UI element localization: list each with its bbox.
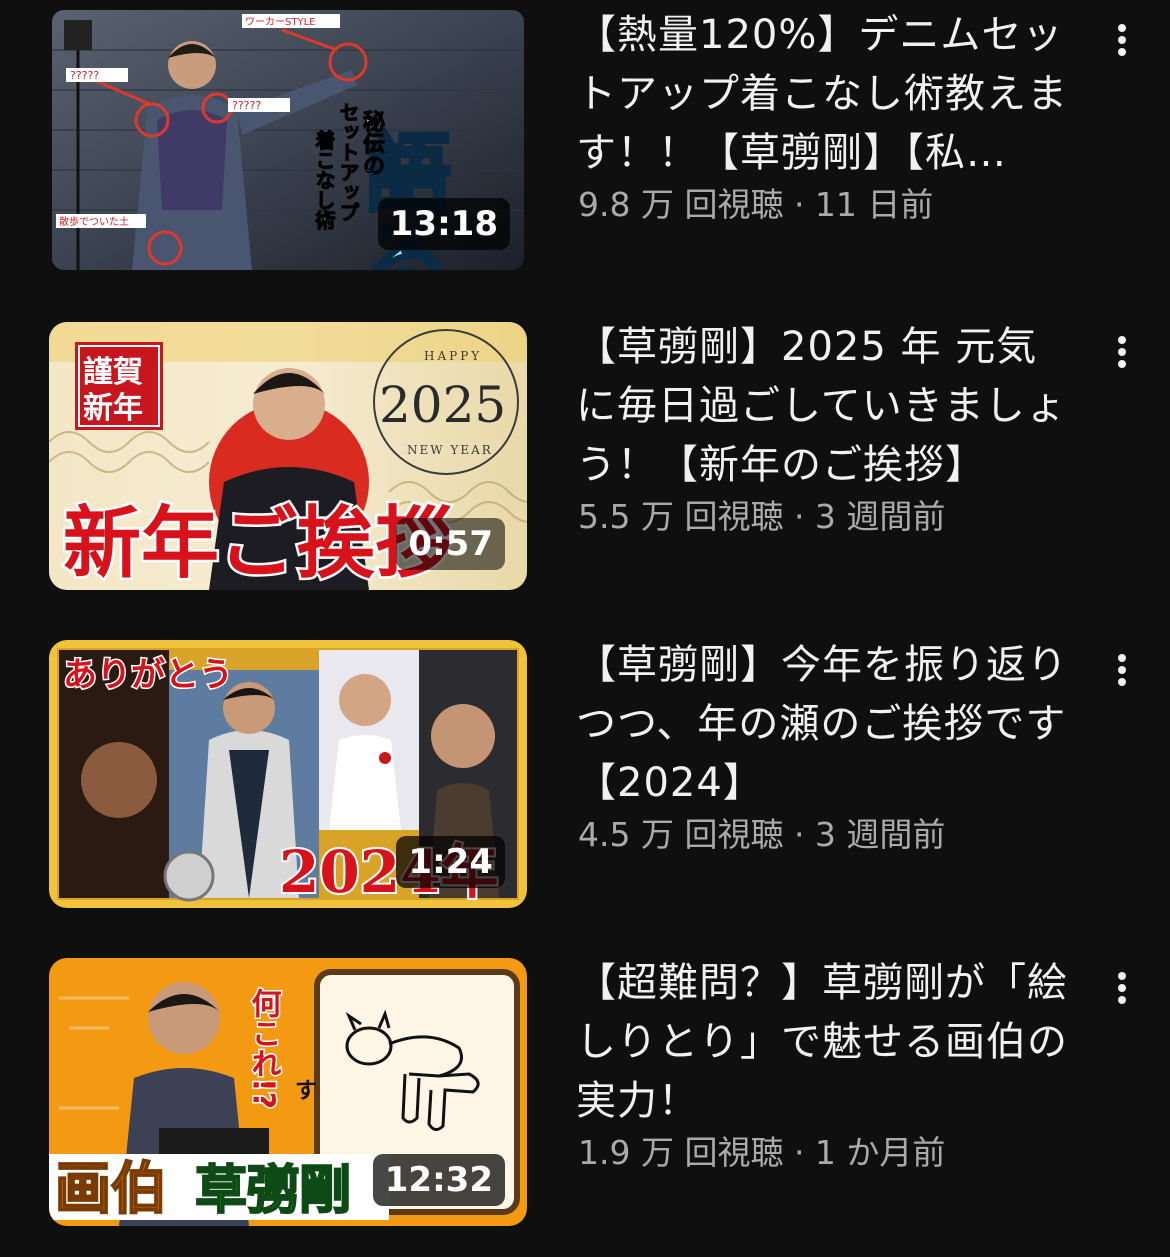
badge-text: 新年: [83, 391, 143, 426]
more-options-icon[interactable]: [1100, 18, 1144, 62]
video-duration: 13:18: [377, 198, 510, 250]
video-duration: 12:32: [372, 1154, 505, 1206]
video-title[interactable]: 【熱量120%】デニムセットアップ着こなし術教えます！！【草彅剛】【私…: [576, 6, 1076, 183]
year-text: 2025: [379, 376, 506, 434]
newyear-text: NEW YEAR: [407, 443, 493, 457]
video-title[interactable]: 【草彅剛】2025 年 元気に毎日過ごしていきましょう！【新年のご挨拶】: [576, 318, 1076, 495]
video-item[interactable]: ????? ????? ワーカーSTYLE 散歩でついた土 語る 秘伝の セット…: [0, 10, 1170, 300]
more-options-icon[interactable]: [1100, 966, 1144, 1010]
video-duration: 1:24: [396, 836, 505, 888]
callout-label: ?????: [232, 99, 261, 112]
callout-label: 散歩でついた土: [59, 215, 129, 228]
video-thumbnail[interactable]: ありがとう 2024年 1:24: [49, 640, 527, 908]
callout-label: ?????: [70, 69, 99, 82]
thumb-sub-text: セットアップ: [336, 102, 360, 222]
more-options-icon[interactable]: [1100, 330, 1144, 374]
video-meta: 1.9 万 回視聴 · 1 か月前: [578, 1133, 946, 1172]
video-item[interactable]: ありがとう 2024年 1:24 【草彅剛】今年を振り返りつつ、年の瀬のご挨拶で…: [0, 640, 1170, 930]
happy-text: HAPPY: [424, 349, 482, 363]
thumb-top-text: ありがとう: [63, 655, 233, 695]
thumb-sub-text: 着こなし術: [312, 129, 336, 231]
video-thumbnail[interactable]: ????? ????? ワーカーSTYLE 散歩でついた土 語る 秘伝の セット…: [52, 10, 524, 270]
video-meta: 5.5 万 回視聴 · 3 週間前: [578, 497, 946, 536]
thumb-label2: 草彅剛: [195, 1161, 351, 1221]
more-options-icon[interactable]: [1100, 648, 1144, 692]
callout-label: ワーカーSTYLE: [245, 16, 315, 28]
video-item[interactable]: す 何これ!? 画伯 草彅剛 12:32 【超難問？】草彅剛が「絵しりとり」で魅…: [0, 958, 1170, 1248]
video-item[interactable]: 謹賀 新年 HAPPY 2025 NEW YEAR 新年ご挨拶 0:57 【草彅…: [0, 322, 1170, 612]
video-duration: 0:57: [396, 518, 505, 570]
video-thumbnail[interactable]: す 何これ!? 画伯 草彅剛 12:32: [49, 958, 527, 1226]
video-title[interactable]: 【草彅剛】今年を振り返りつつ、年の瀬のご挨拶です【2024】: [576, 636, 1076, 813]
thumb-sub-text: 秘伝の: [359, 109, 385, 176]
thumb-what-text: 何これ!?: [246, 988, 282, 1109]
thumb-su-text: す: [295, 1079, 317, 1104]
video-meta: 9.8 万 回視聴 · 11 日前: [578, 185, 934, 224]
thumb-label1: 画伯: [55, 1157, 167, 1222]
thumb-big-text: 新年ご挨拶: [63, 499, 453, 589]
video-title[interactable]: 【超難問？】草彅剛が「絵しりとり」で魅せる画伯の実力！: [576, 954, 1076, 1131]
badge-text: 謹賀: [83, 355, 143, 390]
video-meta: 4.5 万 回視聴 · 3 週間前: [578, 815, 946, 854]
video-thumbnail[interactable]: 謹賀 新年 HAPPY 2025 NEW YEAR 新年ご挨拶 0:57: [49, 322, 527, 590]
